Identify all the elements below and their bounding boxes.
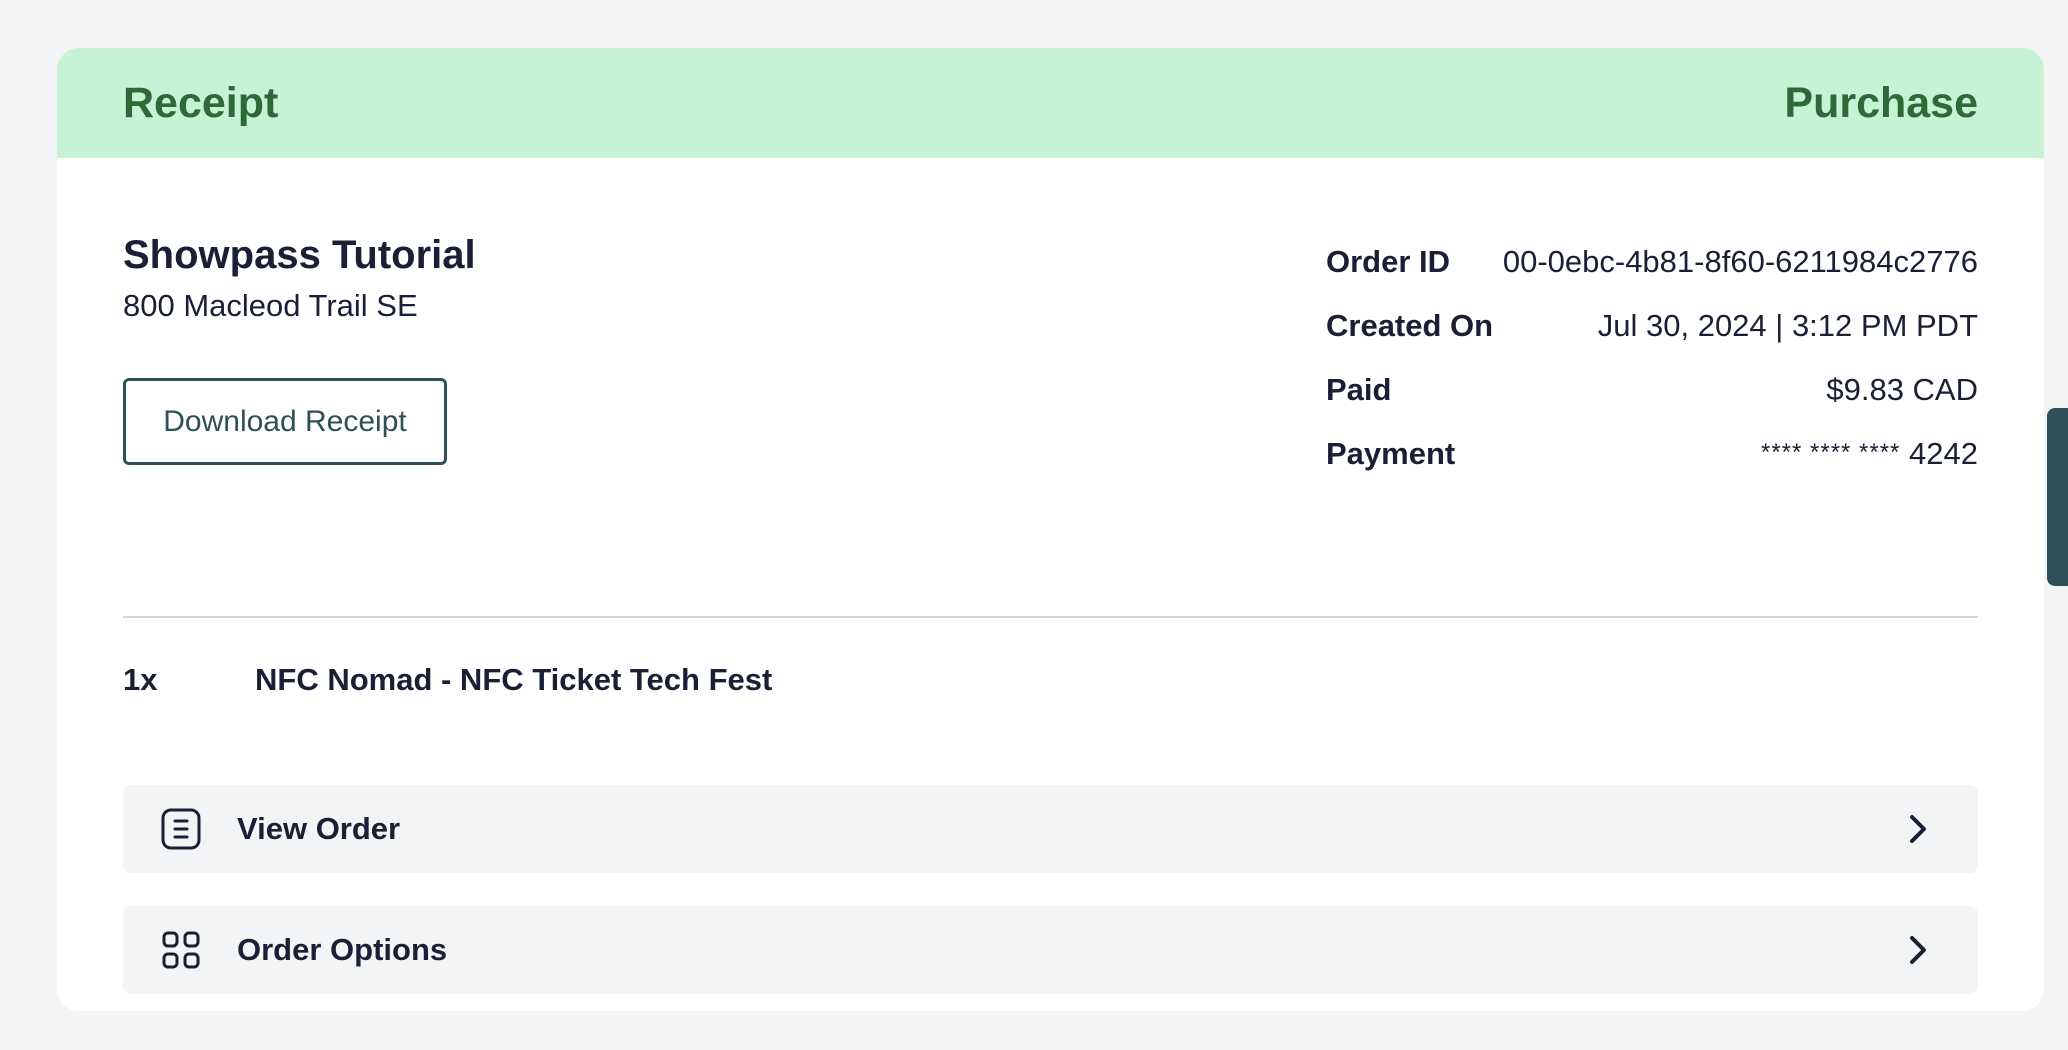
receipt-body: Showpass Tutorial 800 Macleod Trail SE D… — [57, 158, 2044, 1011]
detail-row-payment: Payment **** **** **** 4242 — [1326, 422, 1978, 486]
card-mask: **** **** **** — [1760, 439, 1901, 466]
order-options-label: Order Options — [237, 932, 448, 967]
download-receipt-button[interactable]: Download Receipt — [123, 378, 447, 465]
paid-value: $9.83 CAD — [1826, 372, 1978, 407]
detail-label: Paid — [1326, 372, 1392, 407]
side-feedback-tab[interactable] — [2047, 408, 2068, 586]
payment-value: **** **** **** 4242 — [1761, 436, 1978, 472]
detail-label: Order ID — [1326, 244, 1451, 279]
line-item-qty: 1x — [123, 662, 158, 697]
line-item: 1x NFC Nomad - NFC Ticket Tech Fest — [123, 662, 772, 698]
purchase-label: Purchase — [1784, 78, 1978, 127]
detail-row-paid: Paid $9.83 CAD — [1326, 358, 1978, 422]
detail-row-order-id: Order ID 00-0ebc-4b81-8f60-6211984c2776 — [1326, 230, 1978, 294]
grid-icon — [159, 928, 203, 972]
detail-label: Payment — [1326, 436, 1456, 471]
card-last4: 4242 — [1909, 436, 1978, 471]
order-options-button[interactable]: Order Options — [123, 906, 1978, 994]
detail-label: Created On — [1326, 308, 1494, 343]
receipt-card: Receipt Purchase Showpass Tutorial 800 M… — [57, 48, 2044, 1011]
venue-address: 800 Macleod Trail SE — [123, 288, 418, 323]
receipt-summary: Showpass Tutorial 800 Macleod Trail SE D… — [123, 158, 1978, 578]
chevron-right-icon — [1904, 811, 1932, 847]
line-item-name: NFC Nomad - NFC Ticket Tech Fest — [255, 662, 773, 697]
view-order-button[interactable]: View Order — [123, 785, 1978, 873]
divider — [123, 616, 1978, 618]
order-id-value: 00-0ebc-4b81-8f60-6211984c2776 — [1502, 244, 1978, 279]
order-details: Order ID 00-0ebc-4b81-8f60-6211984c2776 … — [1326, 230, 1978, 486]
created-on-value: Jul 30, 2024 | 3:12 PM PDT — [1597, 308, 1978, 343]
chevron-right-icon — [1904, 932, 1932, 968]
receipt-header: Receipt Purchase — [57, 48, 2044, 158]
venue-name: Showpass Tutorial — [123, 233, 476, 277]
document-list-icon — [159, 807, 203, 851]
detail-row-created-on: Created On Jul 30, 2024 | 3:12 PM PDT — [1326, 294, 1978, 358]
receipt-title: Receipt — [123, 78, 279, 127]
view-order-label: View Order — [237, 811, 401, 846]
